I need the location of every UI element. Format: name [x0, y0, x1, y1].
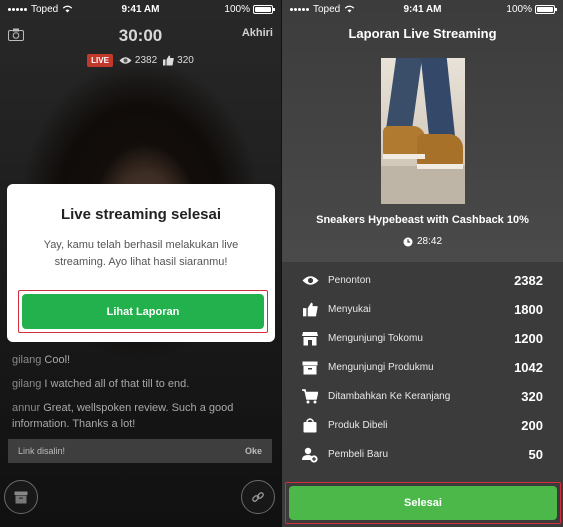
report-screen: Toped 9:41 AM 100% Laporan Live Streamin… — [282, 0, 563, 527]
viewer-count: 2382 — [119, 55, 157, 66]
comment-item: gilang Cool! — [12, 352, 270, 368]
live-stats: LIVE 2382 320 — [0, 54, 281, 67]
stat-value: 2382 — [514, 273, 543, 288]
stat-label: Pembeli Baru — [328, 449, 389, 460]
stream-timer: 30:00 — [118, 26, 163, 45]
page-title: Laporan Live Streaming — [348, 26, 497, 41]
stat-label: Mengunjungi Tokomu — [328, 333, 423, 344]
carrier: Toped — [290, 4, 355, 15]
wifi-icon — [63, 5, 73, 13]
done-button[interactable]: Selesai — [289, 486, 557, 520]
like-count-value: 320 — [177, 55, 194, 66]
stat-label: Mengunjungi Produkmu — [328, 362, 434, 373]
battery: 100% — [224, 3, 275, 15]
stat-value: 50 — [528, 447, 543, 462]
comment-user: gilang — [12, 378, 42, 390]
stream-ended-dialog: Live streaming selesai Yay, kamu telah b… — [7, 184, 275, 342]
stage: Toped 9:41 AM 100% 30:00 Akhiri LIVE 238… — [0, 0, 563, 527]
copy-link-button[interactable] — [241, 480, 275, 514]
status-bar: Toped 9:41 AM 100% — [282, 0, 563, 18]
comment-item: gilang I watched all of that till to end… — [12, 376, 270, 392]
archive-button[interactable] — [4, 480, 38, 514]
archive-icon — [14, 491, 28, 503]
new-buyer-icon — [300, 447, 320, 463]
comment-text: Great, wellspoken review. Such a good in… — [12, 402, 234, 430]
stat-row-likes: Menyukai 1800 — [282, 295, 563, 324]
stat-value: 320 — [521, 389, 543, 404]
stat-row-added-to-cart: Ditambahkan Ke Keranjang 320 — [282, 382, 563, 411]
battery-percent: 100% — [506, 3, 532, 15]
battery: 100% — [506, 3, 557, 15]
stat-row-product-visits: Mengunjungi Produkmu 1042 — [282, 353, 563, 382]
dialog-message: Yay, kamu telah berhasil melakukan live … — [43, 239, 239, 268]
viewer-count-value: 2382 — [134, 55, 158, 66]
stat-label: Ditambahkan Ke Keranjang — [328, 391, 451, 402]
carrier-name: Toped — [313, 3, 341, 15]
comment-text: I watched all of that till to end. — [44, 378, 190, 390]
toast-ok-button[interactable]: Oke — [245, 446, 262, 456]
stat-row-new-buyers: Pembeli Baru 50 — [282, 440, 563, 469]
stat-label: Menyukai — [328, 304, 371, 315]
floor — [381, 166, 465, 204]
sneaker-right — [417, 134, 463, 166]
cart-icon — [300, 389, 320, 405]
report-stats: Penonton 2382 Menyukai 1800 Mengunjungi … — [282, 266, 563, 469]
stat-row-store-visits: Mengunjungi Tokomu 1200 — [282, 324, 563, 353]
comment-feed: gilang Cool! gilang I watched all of tha… — [12, 352, 270, 440]
stat-value: 200 — [521, 418, 543, 433]
duration-value: 28:42 — [416, 236, 443, 247]
thumbs-up-icon — [163, 55, 174, 66]
pants-right — [420, 58, 456, 138]
carrier: Toped — [8, 4, 73, 15]
stat-row-viewers: Penonton 2382 — [282, 266, 563, 295]
toast: Link disalin! Oke — [8, 439, 272, 463]
bag-icon — [300, 418, 320, 434]
dialog-title: Live streaming selesai — [60, 206, 222, 223]
signal-icon — [290, 7, 309, 11]
product-name: Sneakers Hypebeast with Cashback 10% — [316, 214, 529, 226]
live-stream-screen: Toped 9:41 AM 100% 30:00 Akhiri LIVE 238… — [0, 0, 281, 527]
like-count: 320 — [163, 55, 194, 66]
comment-item: annur Great, wellspoken review. Such a g… — [12, 400, 270, 432]
end-stream-button[interactable]: Akhiri — [242, 27, 273, 39]
battery-percent: 100% — [224, 3, 250, 15]
stat-label: Penonton — [328, 275, 371, 286]
status-bar: Toped 9:41 AM 100% — [0, 0, 281, 18]
stat-row-products-bought: Produk Dibeli 200 — [282, 411, 563, 440]
link-icon — [252, 492, 264, 502]
eye-icon — [119, 57, 132, 64]
stat-value: 1800 — [514, 302, 543, 317]
stat-label: Produk Dibeli — [328, 420, 388, 431]
wifi-icon — [345, 5, 355, 13]
carrier-name: Toped — [31, 3, 59, 15]
battery-icon — [253, 4, 275, 14]
battery-icon — [535, 4, 557, 14]
product-image — [381, 58, 465, 204]
store-icon — [300, 331, 320, 347]
comment-user: annur — [12, 402, 41, 414]
live-topbar: 30:00 Akhiri — [0, 22, 281, 50]
toast-message: Link disalin! — [18, 446, 66, 456]
stat-value: 1042 — [514, 360, 543, 375]
done-highlight: Selesai — [285, 482, 561, 524]
eye-icon — [300, 273, 320, 289]
comment-text: Cool! — [44, 354, 71, 366]
clock-icon — [403, 237, 413, 246]
sole-right — [417, 164, 463, 169]
signal-icon — [8, 7, 27, 11]
sole-left — [383, 154, 425, 159]
view-report-highlight: Lihat Laporan — [18, 290, 268, 333]
view-report-button[interactable]: Lihat Laporan — [22, 294, 264, 329]
live-badge: LIVE — [87, 54, 113, 67]
stream-duration: 28:42 — [282, 236, 563, 247]
stat-value: 1200 — [514, 331, 543, 346]
comment-user: gilang — [12, 354, 42, 366]
pants-left — [385, 58, 423, 130]
box-icon — [300, 360, 320, 376]
thumbs-up-icon — [300, 302, 320, 318]
